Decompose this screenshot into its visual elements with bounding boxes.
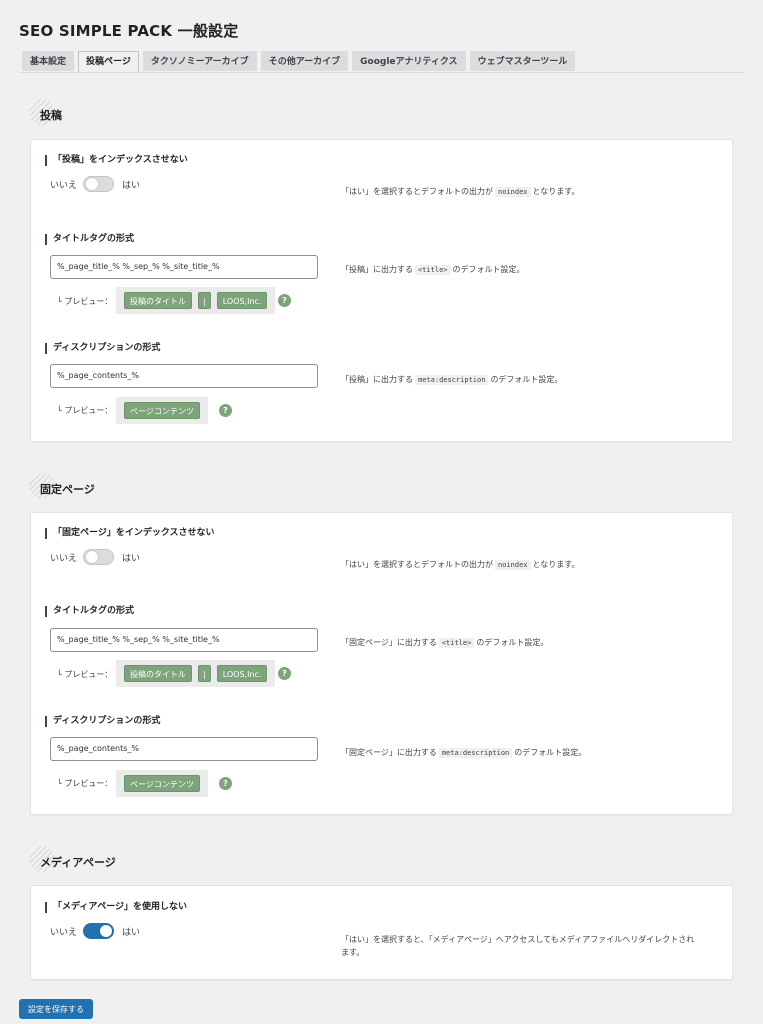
post-noindex-toggle[interactable] [83,176,115,192]
preview-label: └ プレビュー： [57,779,113,788]
toggle-knob [100,925,113,937]
desc-text: のデフォルト設定。 [476,638,549,647]
desc-text: のデフォルト設定。 [490,375,563,384]
tabs-divider [19,72,744,73]
page-noindex-label: 「固定ページ」をインデックスさせない [45,528,215,539]
post-description-format-input[interactable]: %_page_contents_% [50,364,318,388]
preview-pill: | [198,292,211,309]
desc-text: 「はい」を選択するとデフォルトの出力が [341,560,493,569]
post-description-format-label: ディスクリプションの形式 [45,343,160,354]
media-disable-toggle[interactable] [83,923,115,939]
page-title: SEO SIMPLE PACK 一般設定 [19,22,239,40]
desc-line: 「はい」を選択すると、「メディアページ」へアクセスしてもメディアファイルへリダイ… [341,935,695,944]
preview-pill: | [198,665,211,682]
preview-pill: ページコンテンツ [124,775,200,792]
desc-text: のデフォルト設定。 [452,265,525,274]
tab-other-archive[interactable]: その他アーカイブ [260,51,349,71]
preview-pill: 投稿のタイトル [124,665,192,682]
desc-code: noindex [495,560,531,570]
page-title-format-input[interactable]: %_page_title_% %_sep_% %_site_title_% [50,628,318,652]
toggle-on-label: はい [122,553,141,564]
save-settings-button[interactable]: 設定を保存する [19,999,93,1019]
media-disable-label: 「メディアページ」を使用しない [45,902,187,913]
page-description-format-description: 「固定ページ」に出力する meta:description のデフォルト設定。 [341,746,586,760]
post-title-format-input[interactable]: %_page_title_% %_sep_% %_site_title_% [50,255,318,279]
preview-label: └ プレビュー： [57,670,113,679]
help-icon[interactable]: ? [219,777,232,790]
desc-text: となります。 [532,187,580,196]
section-heading-post: 投稿 [40,109,62,122]
desc-line: ます。 [341,948,365,957]
desc-text: 「固定ページ」に出力する [341,638,437,647]
preview-label: └ プレビュー： [57,406,113,415]
toggle-off-label: いいえ [50,553,78,564]
post-title-preview: 投稿のタイトル | LOOS,Inc. [116,287,276,314]
post-title-format-label: タイトルタグの形式 [45,234,134,245]
post-title-format-description: 「投稿」に出力する <title> のデフォルト設定。 [341,263,525,277]
desc-code: <title> [438,638,475,648]
tab-google-analytics[interactable]: Googleアナリティクス [352,51,466,71]
post-noindex-label: 「投稿」をインデックスさせない [45,155,188,166]
media-settings-card: 「メディアページ」を使用しない いいえ はい 「はい」を選択すると、「メディアペ… [30,885,733,980]
desc-text: 「投稿」に出力する [341,265,413,274]
page-noindex-toggle-row: いいえ はい [50,549,140,565]
settings-tabs: 基本設定 投稿ページ タクソノミーアーカイブ その他アーカイブ Googleアナ… [22,51,579,73]
toggle-off-label: いいえ [50,180,78,191]
desc-text: 「はい」を選択するとデフォルトの出力が [341,187,493,196]
page-title-format-label: タイトルタグの形式 [45,606,134,617]
desc-code: meta:description [438,748,513,758]
post-noindex-description: 「はい」を選択するとデフォルトの出力が noindex となります。 [341,185,579,199]
page-title-preview: 投稿のタイトル | LOOS,Inc. [116,660,276,687]
preview-label: └ プレビュー： [57,297,113,306]
tab-basic[interactable]: 基本設定 [22,51,75,71]
media-disable-description: 「はい」を選択すると、「メディアページ」へアクセスしてもメディアファイルへリダイ… [341,933,731,959]
post-description-format-description: 「投稿」に出力する meta:description のデフォルト設定。 [341,373,562,387]
desc-code: meta:description [415,375,489,385]
desc-code: <title> [415,265,451,275]
tab-webmaster-tools[interactable]: ウェブマスターツール [469,51,576,71]
preview-pill: ページコンテンツ [124,402,200,419]
toggle-knob [86,178,99,190]
post-description-preview: ページコンテンツ [116,397,208,424]
desc-code: noindex [495,187,531,197]
section-heading-page: 固定ページ [40,483,95,496]
toggle-on-label: はい [122,927,141,938]
section-heading-media: メディアページ [40,856,116,869]
page-title-format-description: 「固定ページ」に出力する <title> のデフォルト設定。 [341,636,548,650]
page-description-preview: ページコンテンツ [116,770,208,797]
help-icon[interactable]: ? [278,294,291,307]
toggle-on-label: はい [122,180,141,191]
toggle-knob [86,551,99,563]
media-disable-toggle-row: いいえ はい [50,923,140,939]
preview-pill: 投稿のタイトル [124,292,192,309]
help-icon[interactable]: ? [219,404,232,417]
post-settings-card: 「投稿」をインデックスさせない いいえ はい 「はい」を選択するとデフォルトの出… [30,139,733,442]
desc-text: 「投稿」に出力する [341,375,413,384]
preview-pill: LOOS,Inc. [216,292,268,309]
preview-pill: LOOS,Inc. [216,665,268,682]
page-noindex-description: 「はい」を選択するとデフォルトの出力が noindex となります。 [341,558,579,572]
page-description-format-input[interactable]: %_page_contents_% [50,737,318,761]
page-noindex-toggle[interactable] [83,549,115,565]
toggle-off-label: いいえ [50,927,78,938]
page-settings-card: 「固定ページ」をインデックスさせない いいえ はい 「はい」を選択するとデフォル… [30,512,733,815]
post-noindex-toggle-row: いいえ はい [50,176,140,192]
tab-taxonomy-archive[interactable]: タクソノミーアーカイブ [142,51,257,71]
page-description-format-label: ディスクリプションの形式 [45,716,160,727]
desc-text: のデフォルト設定。 [514,748,587,757]
help-icon[interactable]: ? [278,667,291,680]
tab-post-page[interactable]: 投稿ページ [78,51,139,73]
desc-text: 「固定ページ」に出力する [341,748,437,757]
desc-text: となります。 [532,560,580,569]
